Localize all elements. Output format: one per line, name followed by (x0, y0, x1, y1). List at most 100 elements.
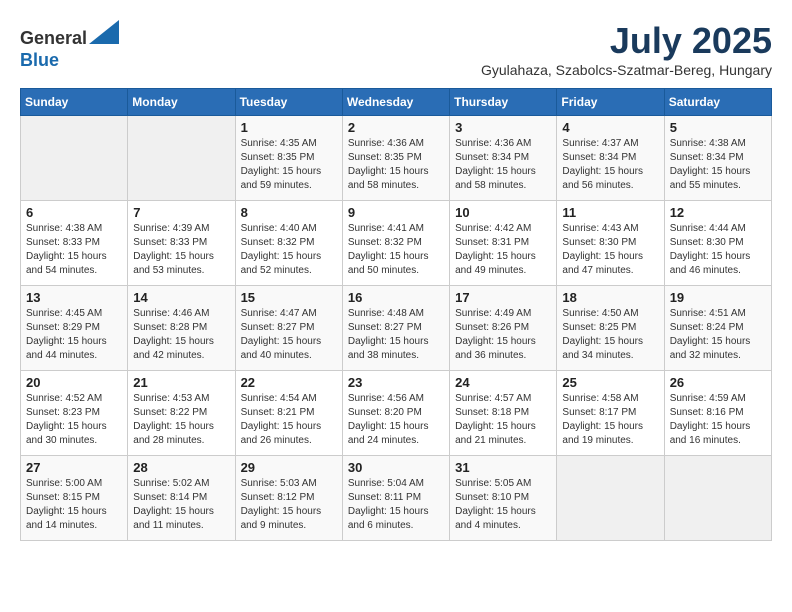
calendar-week-row: 20 Sunrise: 4:52 AM Sunset: 8:23 PM Dayli… (21, 371, 772, 456)
weekday-header: Sunday (21, 89, 128, 116)
day-info: Sunrise: 4:57 AM Sunset: 8:18 PM Dayligh… (455, 392, 551, 448)
day-number: 16 (348, 290, 444, 305)
day-number: 13 (26, 290, 122, 305)
day-info: Sunrise: 4:45 AM Sunset: 8:29 PM Dayligh… (26, 307, 122, 363)
calendar-cell (557, 456, 664, 541)
calendar-header: SundayMondayTuesdayWednesdayThursdayFrid… (21, 89, 772, 116)
day-number: 31 (455, 460, 551, 475)
weekday-header: Saturday (664, 89, 771, 116)
day-number: 25 (562, 375, 658, 390)
day-info: Sunrise: 4:40 AM Sunset: 8:32 PM Dayligh… (241, 222, 337, 278)
weekday-header: Wednesday (342, 89, 449, 116)
day-info: Sunrise: 4:42 AM Sunset: 8:31 PM Dayligh… (455, 222, 551, 278)
day-info: Sunrise: 4:52 AM Sunset: 8:23 PM Dayligh… (26, 392, 122, 448)
day-info: Sunrise: 4:41 AM Sunset: 8:32 PM Dayligh… (348, 222, 444, 278)
calendar-cell: 3Sunrise: 4:36 AM Sunset: 8:34 PM Daylig… (450, 116, 557, 201)
day-number: 4 (562, 120, 658, 135)
logo: General Blue (20, 20, 119, 71)
day-number: 9 (348, 205, 444, 220)
day-info: Sunrise: 4:43 AM Sunset: 8:30 PM Dayligh… (562, 222, 658, 278)
day-info: Sunrise: 4:48 AM Sunset: 8:27 PM Dayligh… (348, 307, 444, 363)
calendar-cell: 6 Sunrise: 4:38 AM Sunset: 8:33 PM Daylig… (21, 201, 128, 286)
day-info: Sunrise: 4:58 AM Sunset: 8:17 PM Dayligh… (562, 392, 658, 448)
day-info: Sunrise: 4:44 AM Sunset: 8:30 PM Dayligh… (670, 222, 766, 278)
header: General Blue July 2025 Gyulahaza, Szabol… (20, 20, 772, 78)
day-number: 11 (562, 205, 658, 220)
calendar-cell: 31 Sunrise: 5:05 AM Sunset: 8:10 PM Dayli… (450, 456, 557, 541)
weekday-header: Monday (128, 89, 235, 116)
day-number: 1 (241, 120, 337, 135)
day-info: Sunrise: 5:02 AM Sunset: 8:14 PM Dayligh… (133, 477, 229, 533)
day-number: 2 (348, 120, 444, 135)
calendar-cell: 19 Sunrise: 4:51 AM Sunset: 8:24 PM Dayli… (664, 286, 771, 371)
day-number: 15 (241, 290, 337, 305)
calendar-cell: 14 Sunrise: 4:46 AM Sunset: 8:28 PM Dayli… (128, 286, 235, 371)
day-number: 22 (241, 375, 337, 390)
day-number: 5 (670, 120, 766, 135)
calendar-cell: 18Sunrise: 4:50 AM Sunset: 8:25 PM Dayli… (557, 286, 664, 371)
calendar-week-row: 27Sunrise: 5:00 AM Sunset: 8:15 PM Dayli… (21, 456, 772, 541)
day-number: 26 (670, 375, 766, 390)
day-info: Sunrise: 4:53 AM Sunset: 8:22 PM Dayligh… (133, 392, 229, 448)
day-info: Sunrise: 5:04 AM Sunset: 8:11 PM Dayligh… (348, 477, 444, 533)
calendar-cell: 28 Sunrise: 5:02 AM Sunset: 8:14 PM Dayli… (128, 456, 235, 541)
calendar-cell: 30Sunrise: 5:04 AM Sunset: 8:11 PM Dayli… (342, 456, 449, 541)
calendar-cell: 25 Sunrise: 4:58 AM Sunset: 8:17 PM Dayli… (557, 371, 664, 456)
day-number: 8 (241, 205, 337, 220)
location: Gyulahaza, Szabolcs-Szatmar-Bereg, Hunga… (481, 62, 772, 78)
calendar-cell: 2Sunrise: 4:36 AM Sunset: 8:35 PM Daylig… (342, 116, 449, 201)
calendar-cell: 4Sunrise: 4:37 AM Sunset: 8:34 PM Daylig… (557, 116, 664, 201)
day-number: 20 (26, 375, 122, 390)
logo-blue: Blue (20, 50, 59, 70)
day-number: 18 (562, 290, 658, 305)
day-number: 7 (133, 205, 229, 220)
weekday-header: Tuesday (235, 89, 342, 116)
day-number: 14 (133, 290, 229, 305)
day-number: 3 (455, 120, 551, 135)
day-number: 17 (455, 290, 551, 305)
day-info: Sunrise: 4:35 AM Sunset: 8:35 PM Dayligh… (241, 137, 337, 193)
day-info: Sunrise: 4:47 AM Sunset: 8:27 PM Dayligh… (241, 307, 337, 363)
calendar-cell: 17 Sunrise: 4:49 AM Sunset: 8:26 PM Dayli… (450, 286, 557, 371)
calendar-week-row: 13 Sunrise: 4:45 AM Sunset: 8:29 PM Dayli… (21, 286, 772, 371)
day-info: Sunrise: 5:05 AM Sunset: 8:10 PM Dayligh… (455, 477, 551, 533)
calendar-cell: 21 Sunrise: 4:53 AM Sunset: 8:22 PM Dayli… (128, 371, 235, 456)
calendar-cell: 9 Sunrise: 4:41 AM Sunset: 8:32 PM Daylig… (342, 201, 449, 286)
day-info: Sunrise: 4:38 AM Sunset: 8:34 PM Dayligh… (670, 137, 766, 193)
calendar-cell: 16 Sunrise: 4:48 AM Sunset: 8:27 PM Dayli… (342, 286, 449, 371)
calendar-cell: 13 Sunrise: 4:45 AM Sunset: 8:29 PM Dayli… (21, 286, 128, 371)
day-number: 29 (241, 460, 337, 475)
day-number: 12 (670, 205, 766, 220)
logo-icon (89, 20, 119, 44)
day-number: 21 (133, 375, 229, 390)
day-info: Sunrise: 4:59 AM Sunset: 8:16 PM Dayligh… (670, 392, 766, 448)
calendar: SundayMondayTuesdayWednesdayThursdayFrid… (20, 88, 772, 541)
calendar-cell (21, 116, 128, 201)
calendar-week-row: 1 Sunrise: 4:35 AM Sunset: 8:35 PM Daylig… (21, 116, 772, 201)
calendar-cell: 5 Sunrise: 4:38 AM Sunset: 8:34 PM Daylig… (664, 116, 771, 201)
day-number: 10 (455, 205, 551, 220)
weekday-header-row: SundayMondayTuesdayWednesdayThursdayFrid… (21, 89, 772, 116)
calendar-cell (128, 116, 235, 201)
calendar-cell: 10 Sunrise: 4:42 AM Sunset: 8:31 PM Dayli… (450, 201, 557, 286)
calendar-cell: 23 Sunrise: 4:56 AM Sunset: 8:20 PM Dayli… (342, 371, 449, 456)
day-number: 19 (670, 290, 766, 305)
day-info: Sunrise: 4:49 AM Sunset: 8:26 PM Dayligh… (455, 307, 551, 363)
month-title: July 2025 (481, 20, 772, 62)
day-info: Sunrise: 4:39 AM Sunset: 8:33 PM Dayligh… (133, 222, 229, 278)
calendar-cell: 15 Sunrise: 4:47 AM Sunset: 8:27 PM Dayli… (235, 286, 342, 371)
day-number: 23 (348, 375, 444, 390)
day-number: 27 (26, 460, 122, 475)
calendar-cell: 27Sunrise: 5:00 AM Sunset: 8:15 PM Dayli… (21, 456, 128, 541)
day-info: Sunrise: 4:56 AM Sunset: 8:20 PM Dayligh… (348, 392, 444, 448)
calendar-cell: 26 Sunrise: 4:59 AM Sunset: 8:16 PM Dayli… (664, 371, 771, 456)
day-info: Sunrise: 4:46 AM Sunset: 8:28 PM Dayligh… (133, 307, 229, 363)
day-info: Sunrise: 4:51 AM Sunset: 8:24 PM Dayligh… (670, 307, 766, 363)
calendar-cell: 24Sunrise: 4:57 AM Sunset: 8:18 PM Dayli… (450, 371, 557, 456)
day-info: Sunrise: 5:03 AM Sunset: 8:12 PM Dayligh… (241, 477, 337, 533)
day-number: 6 (26, 205, 122, 220)
day-number: 28 (133, 460, 229, 475)
calendar-body: 1 Sunrise: 4:35 AM Sunset: 8:35 PM Daylig… (21, 116, 772, 541)
calendar-cell: 22Sunrise: 4:54 AM Sunset: 8:21 PM Dayli… (235, 371, 342, 456)
day-info: Sunrise: 4:38 AM Sunset: 8:33 PM Dayligh… (26, 222, 122, 278)
